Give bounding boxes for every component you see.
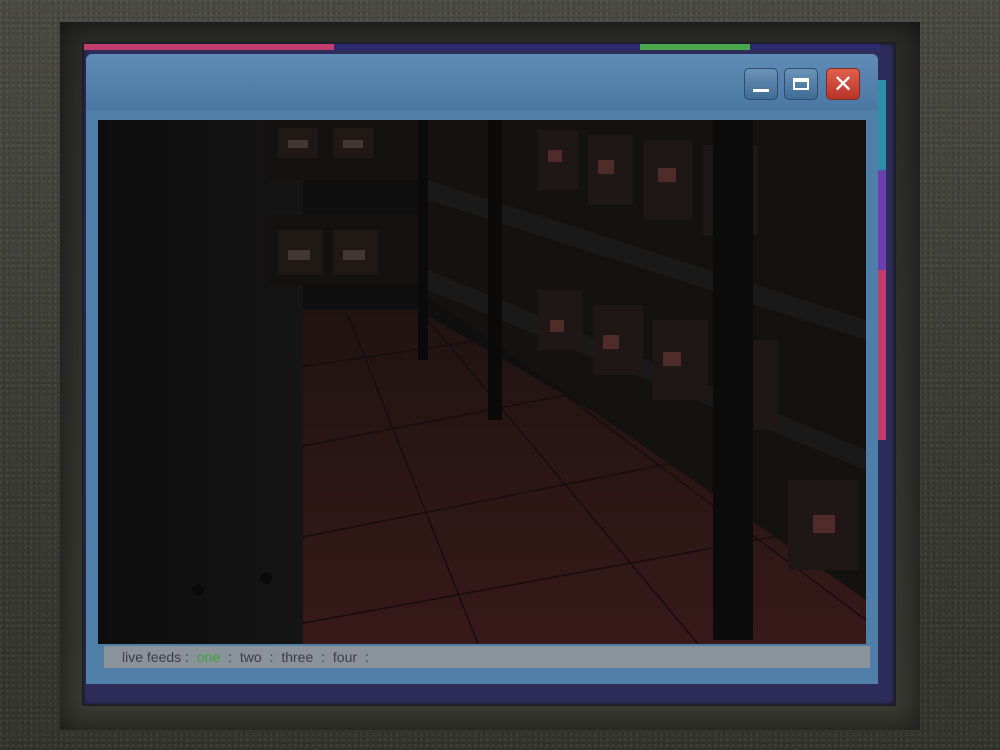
camera-feed-view (98, 120, 866, 644)
camera-window: ✕ live feeds: one: two: three: four … (86, 54, 878, 684)
feed-separator: : (269, 649, 274, 665)
close-button[interactable]: ✕ (826, 68, 860, 100)
frame-stripe-navy-right (750, 44, 880, 50)
frame-stripe-pink (84, 44, 334, 50)
frame-bottom-rail (86, 684, 878, 700)
frame-stripe-green (640, 44, 750, 50)
maximize-button[interactable] (784, 68, 818, 100)
feed-separator: : (321, 649, 326, 665)
side-accent-teal (878, 80, 886, 170)
minimize-icon (753, 88, 769, 92)
window-titlebar[interactable]: ✕ (86, 54, 878, 110)
feed-three-link[interactable]: three (281, 649, 313, 665)
minimize-button[interactable] (744, 68, 778, 100)
close-icon: ✕ (832, 70, 854, 98)
feed-four-link[interactable]: four (333, 649, 357, 665)
feed-one-link[interactable]: one (197, 649, 220, 665)
side-accent-pink (878, 270, 886, 440)
feed-separator: : (364, 649, 369, 665)
feed-two-link[interactable]: two (240, 649, 262, 665)
maximize-icon (793, 78, 809, 90)
frame-stripe-navy (334, 44, 640, 50)
camera-feed-scene (98, 120, 866, 644)
feed-dim-overlay (98, 120, 866, 644)
live-feeds-label: live feeds : (122, 649, 189, 665)
live-feeds-bar: live feeds : one : two : three : four : (104, 646, 870, 668)
feed-separator: : (228, 649, 232, 665)
side-accent-purple (878, 170, 886, 270)
